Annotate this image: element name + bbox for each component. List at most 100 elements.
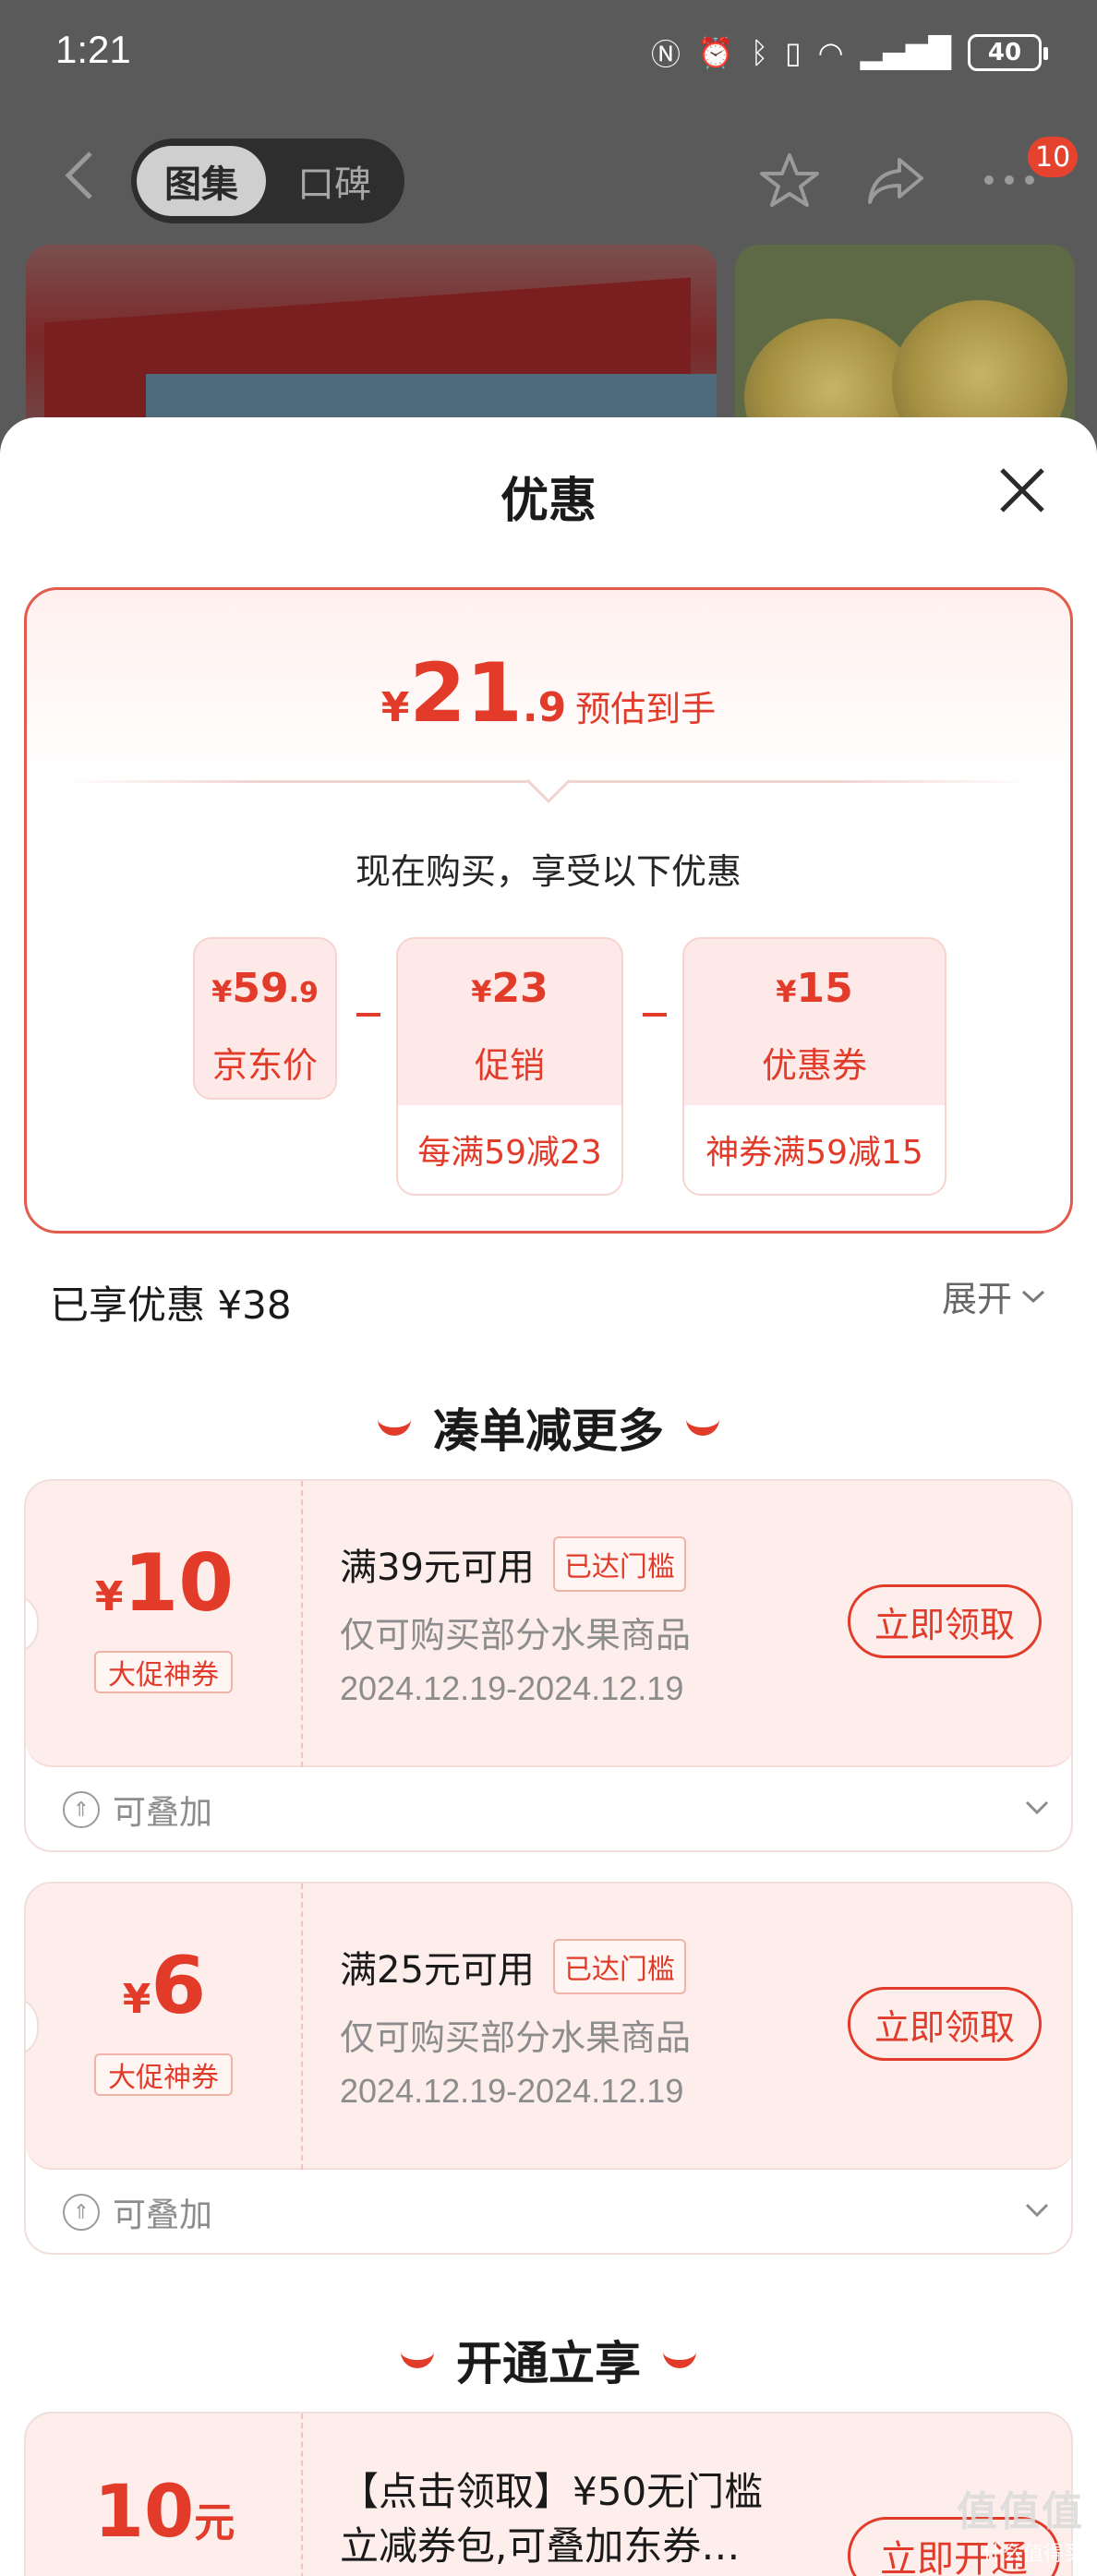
chevron-down-icon[interactable]	[1023, 1793, 1051, 1821]
promotion-box: ¥23 促销 每满59减23	[396, 937, 623, 1196]
section-open-title: 开通立享	[456, 2337, 641, 2390]
smile-decoration	[401, 2352, 434, 2368]
minus-sign	[356, 1013, 380, 1017]
coupon-currency: ¥	[94, 1573, 124, 1620]
coupon-condition: 满25元可用 已达门槛	[340, 1939, 686, 1994]
divider-notch	[525, 758, 572, 804]
smile-decoration	[378, 1419, 411, 1436]
membership-coupon-unit: 元	[194, 2499, 235, 2546]
smile-decoration	[686, 1419, 719, 1436]
coupon-card: ¥10 大促神券 满39元可用 已达门槛 仅可购买部分水果商品 2024.12.…	[24, 1479, 1073, 1852]
sheet-title: 优惠	[500, 474, 597, 529]
jd-price-amount: ¥59.9	[195, 965, 335, 1012]
jd-price-currency: ¥	[211, 974, 233, 1009]
alarm-icon: ⏰	[696, 35, 734, 70]
estimated-decimal: .9	[522, 684, 567, 731]
membership-desc-line2: 立减券包,可叠加东券…	[340, 2522, 741, 2569]
coupon-amount: ¥6	[26, 1946, 303, 2026]
price-breakdown-card: ¥21.9 预估到手 现在购买，享受以下优惠 ¥59.9 京东价 ¥23 促销 每…	[24, 587, 1073, 1234]
coupon-scope: 仅可购买部分水果商品	[340, 1615, 692, 1655]
jd-price-integer: 59	[232, 965, 289, 1012]
tab-switcher: 图集 口碑	[131, 138, 404, 223]
signal-icon: ▂▄▆█	[860, 35, 951, 70]
coupon-label: 优惠券	[761, 1045, 867, 1086]
coupon-scope: 仅可购买部分水果商品	[340, 2017, 692, 2058]
coupon-condition: 满39元可用 已达门槛	[340, 1536, 686, 1592]
stackable-row[interactable]: ⇑ 可叠加	[63, 2188, 212, 2236]
coupon-value: 10	[123, 1537, 235, 1630]
membership-coupon-amount: 10元	[26, 2476, 303, 2548]
stackable-row[interactable]: ⇑ 可叠加	[63, 1786, 212, 1834]
estimated-price: ¥21.9 预估到手	[27, 645, 1070, 740]
jd-price-box: ¥59.9 京东价	[193, 937, 337, 1100]
promotion-detail: 每满59减23	[398, 1105, 621, 1194]
coupon-tag: 大促神券	[94, 1651, 233, 1693]
back-arrow-icon[interactable]	[51, 148, 106, 203]
stack-icon: ⇑	[63, 2194, 100, 2231]
stack-icon: ⇑	[63, 1791, 100, 1828]
coupon-main: ¥6 大促神券 满25元可用 已达门槛 仅可购买部分水果商品 2024.12.1…	[26, 1884, 1071, 2170]
tab-gallery[interactable]: 图集	[137, 146, 266, 216]
claim-button[interactable]: 立即领取	[848, 1584, 1042, 1658]
promotion-currency: ¥	[471, 974, 492, 1009]
status-time: 1:21	[55, 28, 131, 71]
section-title-open: 开通立享	[0, 2327, 1097, 2393]
status-bar: 1:21 Ⓝ ⏰ ᛒ ▯ ◠ ▂▄▆█ 40	[0, 0, 1097, 106]
watermark-brand: 值值值	[957, 2488, 1084, 2535]
membership-coupon-card: 10元 【点击领取】¥50无门槛 立减券包,可叠加东券… 立即开通	[24, 2412, 1073, 2576]
buy-now-text: 现在购买，享受以下优惠	[355, 851, 741, 892]
membership-desc-line1: 【点击领取】¥50无门槛	[340, 2469, 764, 2514]
estimated-label: 预估到手	[575, 689, 717, 729]
expand-button[interactable]: 展开	[942, 1270, 1045, 1321]
notification-badge: 10	[1028, 137, 1079, 177]
coupon-condition-text: 满39元可用	[340, 1547, 535, 1589]
smile-decoration	[663, 2352, 696, 2368]
discount-sheet: 优惠 ¥21.9 预估到手 现在购买，享受以下优惠 ¥59.9 京东价 ¥23 促…	[0, 417, 1097, 2576]
membership-coupon-value: 10	[93, 2471, 195, 2554]
promotion-label: 促销	[474, 1045, 545, 1086]
estimated-integer: 21	[409, 645, 523, 740]
coupon-amount: ¥10	[26, 1544, 303, 1623]
estimated-currency: ¥	[380, 684, 410, 731]
wifi-icon: ◠	[817, 35, 844, 70]
chevron-down-icon	[1022, 1290, 1045, 1303]
coupon-condition-text: 满25元可用	[340, 1949, 535, 1992]
coupon-currency: ¥	[776, 974, 797, 1009]
coupon-tag: 大促神券	[94, 2053, 233, 2096]
coupon-left: ¥6 大促神券	[26, 1884, 303, 2170]
jd-price-label: 京东价	[211, 1045, 318, 1086]
coupon-value: 6	[151, 1940, 207, 2032]
nav-bar: 图集 口碑	[0, 129, 1097, 231]
coupon-left: 10元	[26, 2413, 303, 2576]
battery-icon: 40	[968, 34, 1048, 71]
saved-amount: ¥38	[217, 1282, 292, 1328]
minus-sign	[643, 1013, 667, 1017]
vibrate-icon: ▯	[785, 35, 802, 70]
star-icon[interactable]	[757, 148, 822, 212]
coupon-box: ¥15 优惠券 神券满59减15	[682, 937, 946, 1196]
coupon-left: ¥10 大促神券	[26, 1481, 303, 1767]
watermark-site: 什么值得买	[982, 2543, 1084, 2566]
threshold-reached-badge: 已达门槛	[552, 1939, 686, 1994]
coupon-card: ¥6 大促神券 满25元可用 已达门槛 仅可购买部分水果商品 2024.12.1…	[24, 1882, 1073, 2255]
share-icon[interactable]	[863, 148, 928, 212]
stackable-label: 可叠加	[113, 2197, 213, 2234]
claim-button[interactable]: 立即领取	[848, 1987, 1042, 2061]
chevron-down-icon[interactable]	[1023, 2196, 1051, 2223]
expand-label: 展开	[942, 1279, 1013, 1319]
coupon-currency: ¥	[122, 1976, 151, 2023]
jd-price-decimal: .9	[288, 977, 319, 1009]
tab-reviews[interactable]: 口碑	[270, 146, 399, 216]
close-icon[interactable]	[990, 458, 1055, 523]
bluetooth-icon: ᛒ	[750, 35, 769, 70]
coupon-date: 2024.12.19-2024.12.19	[340, 1669, 684, 1707]
watermark: 值值值 什么值得买	[957, 2478, 1084, 2567]
promotion-amount: ¥23	[398, 965, 621, 1012]
nfc-icon: Ⓝ	[650, 37, 681, 72]
coupon-amount: ¥15	[684, 965, 945, 1012]
section-more-title: 凑单减更多	[433, 1404, 664, 1458]
status-icons: Ⓝ ⏰ ᛒ ▯ ◠ ▂▄▆█ 40	[650, 31, 1048, 74]
section-title-more: 凑单减更多	[0, 1394, 1097, 1461]
membership-coupon-desc: 【点击领取】¥50无门槛 立减券包,可叠加东券…	[340, 2465, 838, 2574]
coupon-detail: 神券满59减15	[684, 1105, 945, 1194]
